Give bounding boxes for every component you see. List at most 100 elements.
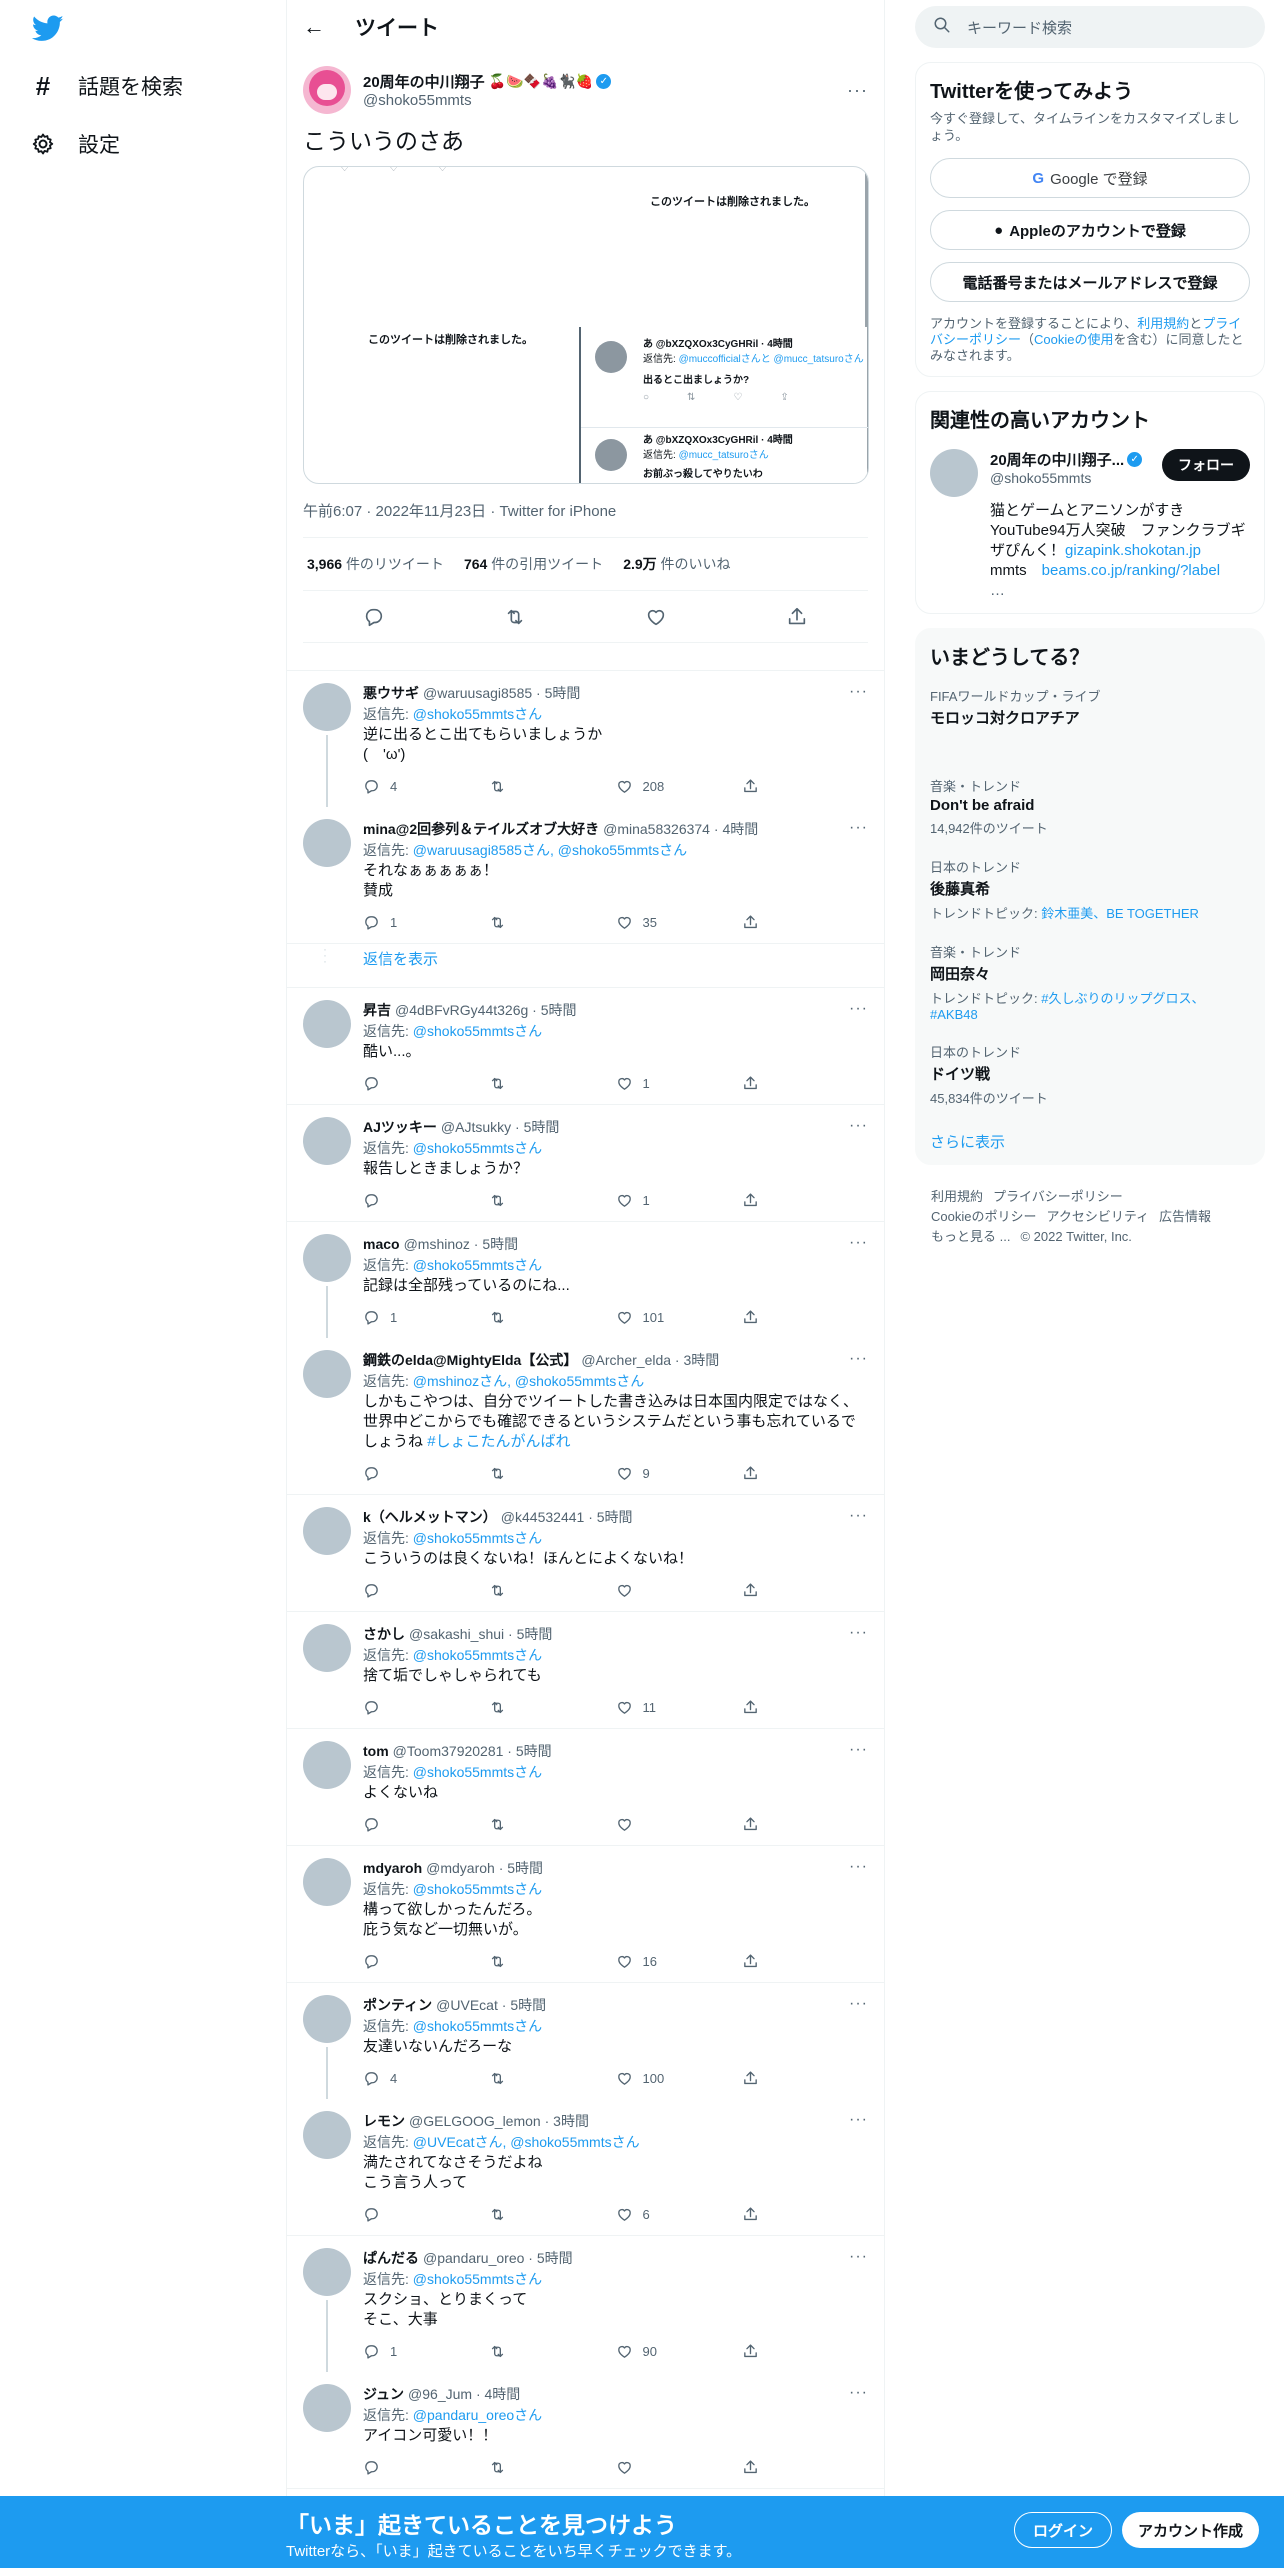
more-options-icon[interactable]: ··· xyxy=(849,2111,868,2129)
more-options-icon[interactable]: ··· xyxy=(849,1741,868,1759)
bio-link[interactable]: beams.co.jp/ranking/?label xyxy=(1042,562,1220,579)
author-handle[interactable]: @shoko55mmts xyxy=(363,92,847,109)
twitter-bird-icon[interactable] xyxy=(30,12,66,44)
reply-tweet[interactable]: ··· k（ヘルメットマン） @k44532441 · 5時間 返信先: @shoko… xyxy=(287,1495,884,1612)
trend-item[interactable]: 日本のトレンド ドイツ戦 45,834件のツイート xyxy=(930,1042,1250,1107)
retweet-button[interactable] xyxy=(489,1309,615,1326)
footer-more[interactable]: もっと見る ... xyxy=(931,1229,1010,1244)
share-button[interactable] xyxy=(742,2343,868,2360)
reply-time[interactable]: 5時間 xyxy=(541,1000,577,1020)
reply-author-name[interactable]: ぱんだる xyxy=(363,2248,419,2268)
related-account[interactable]: 20周年の中川翔子... ✓ @shoko55mmts フォロー xyxy=(930,449,1250,497)
like-button[interactable]: 35 xyxy=(616,914,742,931)
hashtag-link[interactable]: #しょこたんがんばれ xyxy=(427,1433,570,1450)
like-button[interactable]: 90 xyxy=(616,2343,742,2360)
apple-signup-button[interactable]: ● Appleのアカウントで登録 xyxy=(930,210,1250,250)
share-button[interactable] xyxy=(742,2070,868,2087)
retweet-button[interactable] xyxy=(489,1465,615,1482)
related-account-handle[interactable]: @shoko55mmts xyxy=(990,470,1142,486)
reply-button[interactable] xyxy=(363,2459,489,2476)
like-icon[interactable] xyxy=(642,603,670,631)
reply-author-name[interactable]: さかし xyxy=(363,1624,405,1644)
reply-tweet[interactable]: ··· 悪ウサギ @waruusagi8585 · 5時間 返信先: @shoko55… xyxy=(287,671,884,807)
reply-button[interactable] xyxy=(363,1582,489,1599)
reply-time[interactable]: 3時間 xyxy=(553,2111,589,2131)
reply-tweet[interactable]: ··· さかし @sakashi_shui · 5時間 返信先: @shoko55mm… xyxy=(287,1612,884,1729)
reply-to-link[interactable]: @shoko55mmtsさん xyxy=(413,1881,542,1897)
like-button[interactable]: 16 xyxy=(616,1953,742,1970)
login-button[interactable]: ログイン xyxy=(1014,2512,1113,2548)
reply-time[interactable]: 5時間 xyxy=(597,1507,633,1527)
reply-avatar[interactable] xyxy=(303,1858,351,1906)
like-button[interactable]: 9 xyxy=(616,1465,742,1482)
reply-button[interactable] xyxy=(363,1953,489,1970)
reply-author-handle[interactable]: @Archer_elda xyxy=(581,1350,671,1370)
reply-author-name[interactable]: AJツッキー xyxy=(363,1117,437,1137)
author-avatar[interactable] xyxy=(303,66,351,114)
reply-author-name[interactable]: 悪ウサギ xyxy=(363,683,419,703)
reply-avatar[interactable] xyxy=(303,1350,351,1398)
footer-link[interactable]: 広告情報 xyxy=(1159,1209,1211,1224)
back-arrow-icon[interactable]: ← xyxy=(303,14,331,40)
reply-button[interactable]: 1 xyxy=(363,1309,489,1326)
reply-button[interactable] xyxy=(363,1192,489,1209)
retweet-button[interactable] xyxy=(489,2343,615,2360)
reply-avatar[interactable] xyxy=(303,2248,351,2296)
share-button[interactable] xyxy=(742,1192,868,1209)
reply-time[interactable]: 3時間 xyxy=(684,1350,720,1370)
reply-author-handle[interactable]: @mshinoz xyxy=(404,1234,470,1254)
reply-avatar[interactable] xyxy=(303,683,351,731)
retweet-button[interactable] xyxy=(489,1816,615,1833)
trends-show-more[interactable]: さらに表示 xyxy=(930,1131,1250,1152)
google-signup-button[interactable]: G Google で登録 xyxy=(930,158,1250,198)
cookie-link[interactable]: Cookieの使用 xyxy=(1034,332,1113,347)
reply-author-handle[interactable]: @k44532441 xyxy=(501,1507,585,1527)
reply-author-name[interactable]: tom xyxy=(363,1741,389,1761)
search-input[interactable]: キーワード検索 xyxy=(967,17,1072,38)
reply-avatar[interactable] xyxy=(303,1507,351,1555)
reply-tweet[interactable]: ··· ジュン @96_Jum · 4時間 返信先: @pandaru_oreoさんア… xyxy=(287,2372,884,2489)
related-account-name[interactable]: 20周年の中川翔子... xyxy=(990,449,1124,470)
reply-time[interactable]: 5時間 xyxy=(482,1234,518,1254)
reply-to-link[interactable]: @shoko55mmtsさん xyxy=(413,2271,542,2287)
reply-to-link[interactable]: @pandaru_oreoさん xyxy=(413,2407,542,2423)
reply-tweet[interactable]: ··· レモン @GELGOOG_lemon · 3時間 返信先: @UVEcatさん… xyxy=(287,2099,884,2236)
like-button[interactable]: 101 xyxy=(616,1309,742,1326)
bio-link[interactable]: gizapink.shokotan.jp xyxy=(1065,542,1201,559)
share-button[interactable] xyxy=(742,1816,868,1833)
like-button[interactable] xyxy=(616,1582,742,1599)
reply-time[interactable]: 5時間 xyxy=(516,1741,552,1761)
reply-time[interactable]: 5時間 xyxy=(517,1624,553,1644)
more-options-icon[interactable]: ··· xyxy=(849,1507,868,1525)
like-button[interactable]: 208 xyxy=(616,778,742,795)
trend-item[interactable]: 音楽・トレンド 岡田奈々 トレンドトピック: #久しぶりのリップグロス、#AKB48 xyxy=(930,942,1250,1022)
share-button[interactable] xyxy=(742,778,868,795)
reply-avatar[interactable] xyxy=(303,1117,351,1165)
nav-explore[interactable]: # 話題を検索 xyxy=(30,66,183,106)
like-button[interactable] xyxy=(616,1816,742,1833)
reply-author-handle[interactable]: @sakashi_shui xyxy=(409,1624,504,1644)
retweet-button[interactable] xyxy=(489,1075,615,1092)
reply-author-handle[interactable]: @AJtsukky xyxy=(441,1117,511,1137)
like-count[interactable]: 2.9万 件のいいね xyxy=(623,554,730,574)
retweet-button[interactable] xyxy=(489,1953,615,1970)
reply-author-handle[interactable]: @GELGOOG_lemon xyxy=(409,2111,541,2131)
reply-time[interactable]: 5時間 xyxy=(537,2248,573,2268)
reply-author-handle[interactable]: @pandaru_oreo xyxy=(423,2248,524,2268)
reply-author-name[interactable]: mina@2回参列＆テイルズオブ大好き xyxy=(363,819,599,839)
retweet-icon[interactable] xyxy=(501,603,529,631)
share-button[interactable] xyxy=(742,1953,868,1970)
reply-button[interactable]: 4 xyxy=(363,778,489,795)
reply-avatar[interactable] xyxy=(303,1000,351,1048)
retweet-button[interactable] xyxy=(489,778,615,795)
trend-item[interactable]: 日本のトレンド 後藤真希 トレンドトピック: 鈴木亜美、BE TOGETHER xyxy=(930,857,1250,922)
reply-author-handle[interactable]: @mdyaroh xyxy=(426,1858,495,1878)
reply-author-name[interactable]: ポンティン xyxy=(363,1995,432,2015)
like-button[interactable]: 1 xyxy=(616,1075,742,1092)
more-options-icon[interactable]: ··· xyxy=(849,1995,868,2013)
reply-to-link[interactable]: @shoko55mmtsさん xyxy=(413,1257,542,1273)
footer-link[interactable]: プライバシーポリシー xyxy=(993,1189,1123,1204)
reply-to-link[interactable]: @mshinozさん, @shoko55mmtsさん xyxy=(413,1373,644,1389)
more-options-icon[interactable]: ··· xyxy=(849,1624,868,1642)
terms-link[interactable]: 利用規約 xyxy=(1137,316,1189,331)
